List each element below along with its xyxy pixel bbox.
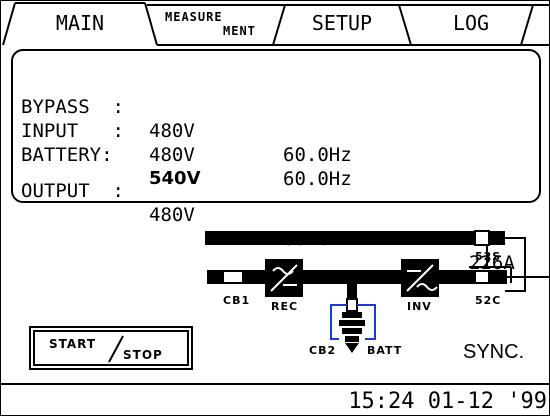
reading-voltage: 540V [149,168,201,189]
52s-label: 52S [475,250,502,263]
reading-row-battery: BATTERY: 540V [21,119,201,189]
tab-bar: MAIN MEASURE MENT SETUP LOG [1,1,550,46]
tab-measurement[interactable]: MEASURE MENT [157,1,277,45]
sync-status: SYNC. [463,341,525,363]
52c-label: 52C [475,294,502,307]
ups-monitor-screen: MAIN MEASURE MENT SETUP LOG BYPASS : 480… [0,0,550,416]
reading-frequency: 60.0Hz [283,168,352,190]
reading-voltage: 480V [149,144,195,166]
readings-panel: BYPASS : 480V 60.0Hz INPUT : 480V 60.0Hz… [11,49,541,274]
reading-row-input: INPUT : 480V 60.0Hz [21,95,352,190]
cb2-label: CB2 [309,344,337,357]
switch-52c-icon [474,270,490,284]
batt-label: BATT [367,344,403,357]
reading-label: OUTPUT : [21,180,124,202]
main-bus [207,270,507,284]
tab-measurement-label-top: MEASURE [165,10,223,24]
bypass-bus [205,231,505,245]
switch-52s-icon [474,230,490,246]
battery-drop [347,284,357,300]
status-bar: 15:24 01-12 '99 [1,383,550,419]
reading-row-bypass: BYPASS : 480V 60.0Hz [21,71,352,166]
stop-label: STOP [123,348,163,362]
rec-label: REC [271,300,299,313]
cb2-switch-icon [346,298,358,312]
start-stop-button[interactable]: START STOP [29,326,193,370]
tab-measurement-label-bottom: MENT [223,24,256,38]
cb1-switch-icon [222,270,244,284]
clock: 15:24 01-12 '99 [348,389,547,414]
battery-icon [339,312,365,353]
start-label: START [49,337,97,351]
inv-label: INV [407,300,432,313]
tab-log[interactable]: LOG [411,1,531,45]
tab-setup[interactable]: SETUP [285,1,399,45]
reading-row-output: OUTPUT : 480V 60.0Hz 226A [21,155,515,274]
cb1-label: CB1 [223,294,251,307]
reading-frequency: 60.0Hz [283,144,352,166]
tab-main[interactable]: MAIN [15,1,145,45]
reading-voltage: 480V [149,120,195,142]
